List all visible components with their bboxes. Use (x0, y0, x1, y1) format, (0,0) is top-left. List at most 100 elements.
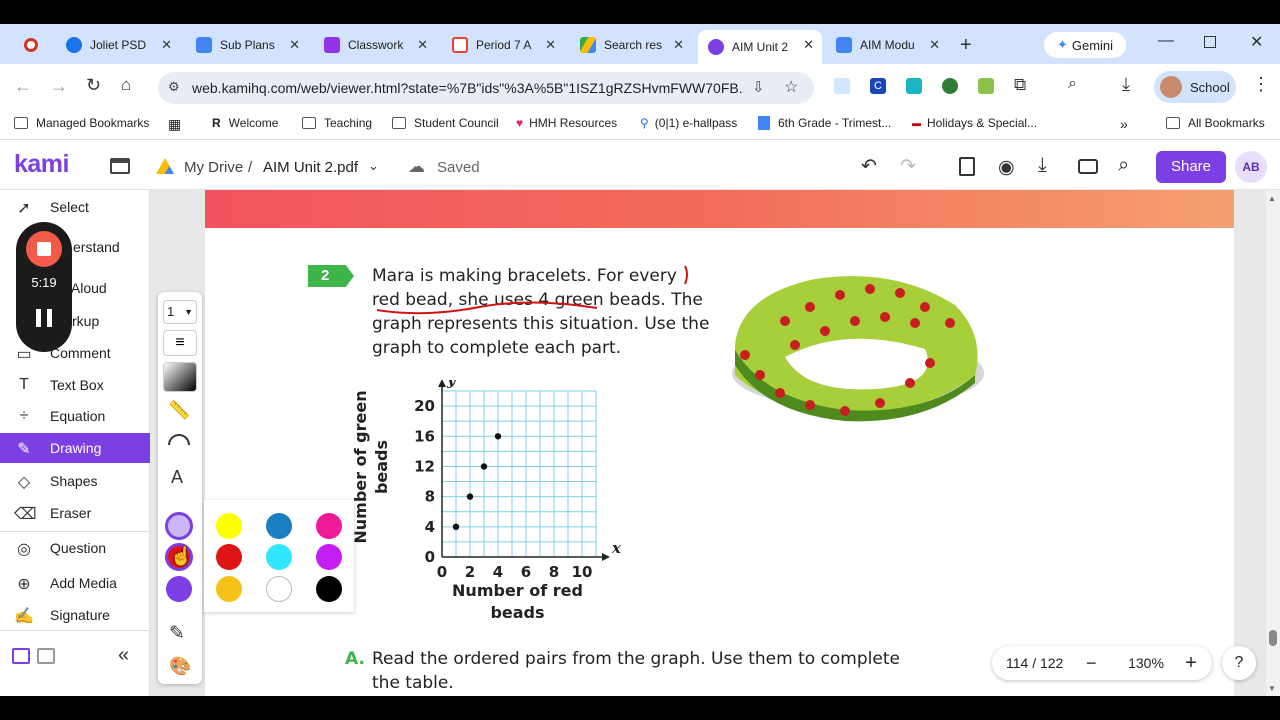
color-swatch-red[interactable] (216, 544, 242, 570)
extension-c-icon[interactable]: C (870, 78, 886, 94)
puzzle-icon[interactable]: ⧉ (1014, 75, 1026, 95)
tab-gmail[interactable]: Period 7 A ✕ (442, 30, 564, 60)
file-name[interactable]: AIM Unit 2.pdf (263, 159, 358, 176)
toolbox-icon[interactable] (1078, 159, 1098, 174)
search-icon[interactable]: ⌕ (1118, 154, 1129, 177)
profile-button[interactable]: School (1154, 71, 1236, 103)
home-icon[interactable]: ⌂ (121, 75, 131, 95)
line-style-icon[interactable]: ≡ (163, 330, 197, 356)
pen-icon[interactable]: ✎ (169, 622, 185, 645)
download-icon[interactable]: ⤓ (1038, 154, 1047, 177)
tab-aim-module[interactable]: AIM Modu ✕ (826, 30, 948, 60)
zoom-in-button[interactable]: + (1176, 652, 1206, 675)
pause-icon[interactable] (36, 309, 52, 327)
scroll-up-icon[interactable]: ▲ (1268, 194, 1276, 203)
extension-icon[interactable] (834, 78, 850, 94)
tool-signature[interactable]: ✍ Signature (0, 600, 150, 630)
tab-search-icon[interactable]: ⌕ (1068, 75, 1077, 93)
minimize-icon[interactable]: — (1158, 32, 1174, 50)
stroke-size-select[interactable]: 1 ▼ (163, 300, 197, 324)
tool-equation[interactable]: ÷ Equation (0, 401, 150, 431)
color-swatch-cyan[interactable] (266, 544, 292, 570)
scrollbar-track[interactable] (1266, 190, 1280, 696)
close-icon[interactable]: ✕ (161, 37, 172, 53)
gemini-button[interactable]: ✦ Gemini (1044, 32, 1126, 58)
bookmark-managed[interactable]: Managed Bookmarks (14, 116, 149, 130)
scroll-down-icon[interactable]: ▼ (1268, 684, 1276, 693)
document-icon[interactable] (959, 157, 975, 176)
back-icon[interactable]: ← (14, 76, 32, 97)
color-swatch-magenta[interactable] (316, 513, 342, 539)
tab-drive-search[interactable]: Search res ✕ (570, 30, 692, 60)
bookmark-6th-grade[interactable]: 6th Grade - Trimest... (758, 116, 891, 130)
color-swatch-white[interactable] (266, 576, 292, 602)
color-swatch-lavender[interactable] (165, 512, 193, 540)
single-page-icon[interactable] (12, 648, 30, 664)
color-swatch-purple[interactable] (166, 576, 192, 602)
scrollbar-thumb[interactable] (1269, 630, 1277, 646)
opacity-gradient-icon[interactable] (163, 362, 197, 392)
kami-logo[interactable]: kami (14, 150, 69, 179)
text-style-icon[interactable]: A (171, 467, 183, 488)
tab-classwork[interactable]: Classwork ✕ (314, 30, 436, 60)
extension-icon[interactable] (978, 78, 994, 94)
zoom-out-button[interactable]: − (1086, 653, 1116, 674)
tab-joliet[interactable]: Joliet PSD ✕ (56, 30, 180, 60)
apps-icon[interactable]: ▦ (168, 116, 181, 133)
reload-icon[interactable]: ↻ (86, 75, 101, 96)
chevron-down-icon[interactable]: ⌄ (368, 158, 379, 174)
close-icon[interactable]: ✕ (417, 37, 428, 53)
site-info-icon[interactable]: ⚙ (168, 79, 180, 95)
tool-eraser[interactable]: ⌫ Eraser (0, 498, 150, 528)
close-icon[interactable]: ✕ (289, 37, 300, 53)
pdf-page[interactable]: 2 Mara is making bracelets. For every re… (205, 190, 1234, 696)
tool-text-box[interactable]: T Text Box (0, 370, 150, 400)
download-icon[interactable]: ⤓ (1122, 74, 1130, 95)
bookmark-ehallpass[interactable]: ⚲ (0|1) e-hallpass (640, 116, 737, 130)
page-indicator[interactable]: 114 / 122 (1006, 655, 1086, 671)
protractor-icon[interactable] (168, 434, 190, 445)
menu-dots-icon[interactable]: ⋮ (1252, 74, 1270, 95)
eye-icon[interactable]: ◉ (998, 156, 1015, 179)
tool-question[interactable]: ◎ Question (0, 533, 150, 563)
redo-icon[interactable]: ↷ (900, 155, 916, 178)
color-swatch-blue[interactable] (266, 513, 292, 539)
extension-icon[interactable] (906, 78, 922, 94)
bookmark-star-icon[interactable]: ☆ (784, 77, 798, 97)
color-swatch-black[interactable] (316, 576, 342, 602)
bookmark-hmh[interactable]: ♥ HMH Resources (516, 116, 617, 130)
color-swatch-yellow[interactable] (216, 513, 242, 539)
palette-icon[interactable]: 🎨 (169, 656, 191, 677)
archive-icon[interactable] (110, 158, 130, 174)
forward-icon[interactable]: → (50, 76, 68, 97)
stop-record-button[interactable] (26, 231, 62, 267)
window-close-icon[interactable]: ✕ (1250, 32, 1263, 52)
new-tab-icon[interactable]: + (960, 34, 972, 57)
close-icon[interactable]: ✕ (545, 37, 556, 53)
tool-add-media[interactable]: ⊕ Add Media (0, 568, 150, 598)
bookmark-all[interactable]: All Bookmarks (1166, 116, 1265, 130)
color-swatch-gold[interactable] (216, 576, 242, 602)
tab-aim-unit-2[interactable]: AIM Unit 2 ✕ (698, 30, 822, 64)
bookmark-student-council[interactable]: Student Council (392, 116, 499, 130)
help-button[interactable]: ? (1222, 646, 1256, 680)
bookmark-holidays[interactable]: ▬ Holidays & Special... (912, 116, 1037, 130)
install-icon[interactable]: ⇩ (752, 78, 765, 96)
extension-icon[interactable] (942, 78, 958, 94)
tool-drawing[interactable]: ✎ Drawing (0, 433, 150, 463)
more-bookmarks-icon[interactable]: » (1120, 116, 1128, 132)
collapse-sidebar-icon[interactable]: « (118, 644, 129, 667)
color-swatch-violet[interactable] (316, 544, 342, 570)
tab-sub-plans[interactable]: Sub Plans ✕ (186, 30, 308, 60)
restore-icon[interactable] (1204, 36, 1216, 48)
tool-select[interactable]: ➚ Select (0, 192, 150, 222)
avatar[interactable]: AB (1235, 151, 1267, 183)
ruler-icon[interactable]: 📏 (168, 400, 190, 421)
zoom-level[interactable]: 130% (1116, 655, 1176, 671)
close-icon[interactable]: ✕ (673, 37, 684, 53)
share-button[interactable]: Share (1156, 151, 1226, 183)
my-drive-link[interactable]: My Drive (184, 159, 243, 176)
close-icon[interactable]: ✕ (803, 37, 814, 53)
tool-shapes[interactable]: ◇ Shapes (0, 466, 150, 496)
close-icon[interactable]: ✕ (929, 37, 940, 53)
